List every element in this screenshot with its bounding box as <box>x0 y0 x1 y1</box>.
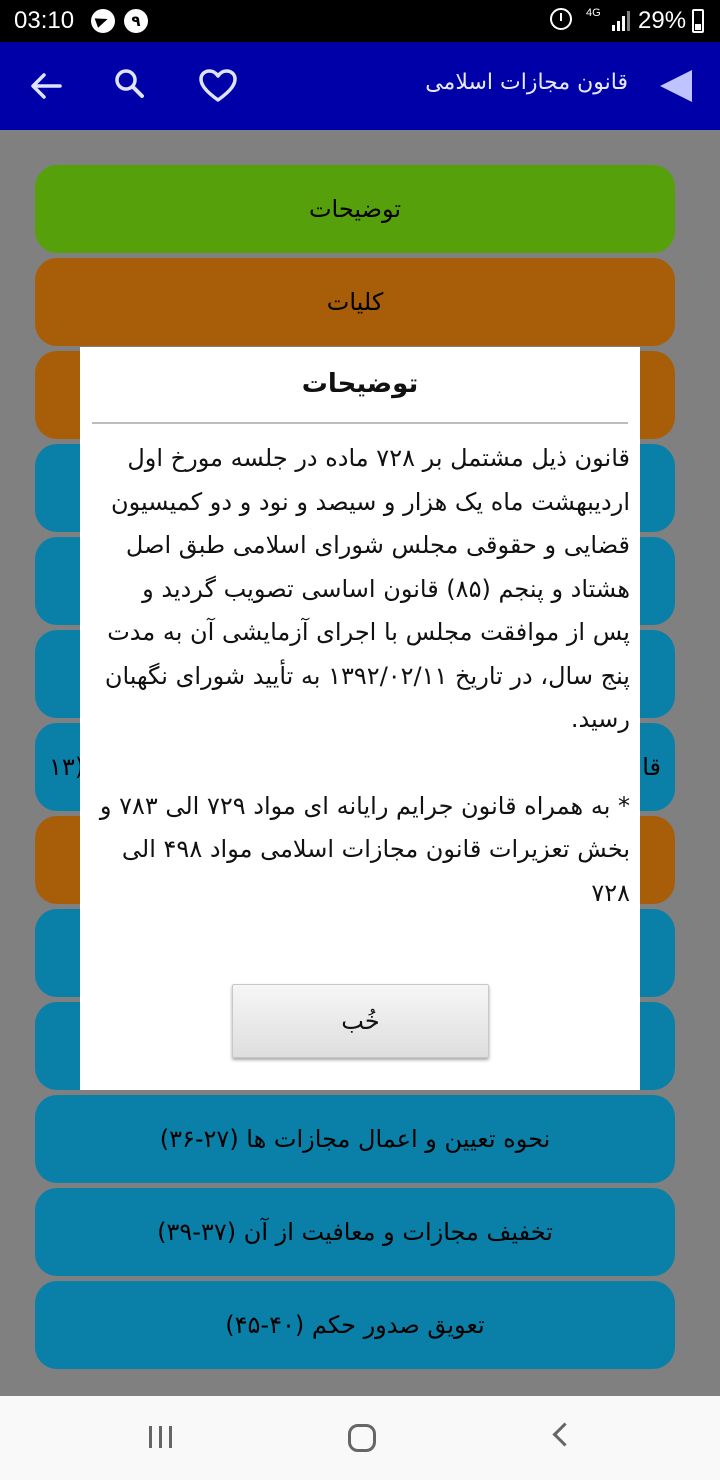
battery-icon <box>692 9 704 33</box>
search-icon[interactable] <box>112 66 148 102</box>
dialog-note-text: * به همراه قانون جرایم رایانه ای مواد ۷۲… <box>99 791 630 907</box>
network-type: 4G <box>586 7 601 19</box>
list-item[interactable]: توضیحات <box>35 165 675 253</box>
ok-button[interactable]: خُب <box>232 984 489 1058</box>
list-item[interactable]: تخفیف مجازات و معافیت از آن (۳۷-۳۹) <box>35 1188 675 1276</box>
telegram-icon <box>91 9 115 33</box>
back-arrow-icon[interactable] <box>26 66 66 106</box>
status-bar: 03:10 ۹ 4G 29% <box>0 0 720 42</box>
list-item-label: تعویق صدور حکم (۴۰-۴۵) <box>225 1311 485 1339</box>
list-item-label: تخفیف مجازات و معافیت از آن (۳۷-۳۹) <box>157 1218 553 1246</box>
list-item[interactable]: تعویق صدور حکم (۴۰-۴۵) <box>35 1281 675 1369</box>
heart-icon[interactable] <box>198 68 238 104</box>
app-bar: قانون مجازات اسلامی <box>0 42 720 130</box>
signal-icon <box>612 11 632 31</box>
recents-icon[interactable] <box>149 1426 175 1448</box>
list-item-label: توضیحات <box>308 195 402 223</box>
back-icon[interactable] <box>552 1422 577 1447</box>
system-nav-bar <box>0 1396 720 1480</box>
app-title: قانون مجازات اسلامی <box>425 70 628 95</box>
list-item-label-tail: (۱۳ <box>49 753 84 781</box>
home-icon[interactable] <box>348 1424 376 1452</box>
list-item[interactable]: نحوه تعیین و اعمال مجازات ها (۲۷-۳۶) <box>35 1095 675 1183</box>
dialog-title: توضیحات <box>301 369 419 399</box>
list-item[interactable]: کلیات <box>35 258 675 346</box>
list-item-label: نحوه تعیین و اعمال مجازات ها (۲۷-۳۶) <box>159 1125 551 1153</box>
notification-badge: ۹ <box>124 9 148 33</box>
play-triangle-icon[interactable] <box>660 70 692 102</box>
battery-percent: 29% <box>638 7 687 34</box>
description-dialog: توضیحات قانون ذیل مشتمل بر ۷۲۸ ماده در ج… <box>80 347 640 1090</box>
dialog-body: قانون ذیل مشتمل بر ۷۲۸ ماده در جلسه مورخ… <box>98 437 630 915</box>
alarm-icon <box>550 8 572 30</box>
status-time: 03:10 <box>14 7 75 34</box>
list-item-label: کلیات <box>326 288 384 316</box>
dialog-divider <box>92 422 628 424</box>
dialog-body-text: قانون ذیل مشتمل بر ۷۲۸ ماده در جلسه مورخ… <box>104 444 630 733</box>
list-item-label: قا <box>642 753 661 781</box>
